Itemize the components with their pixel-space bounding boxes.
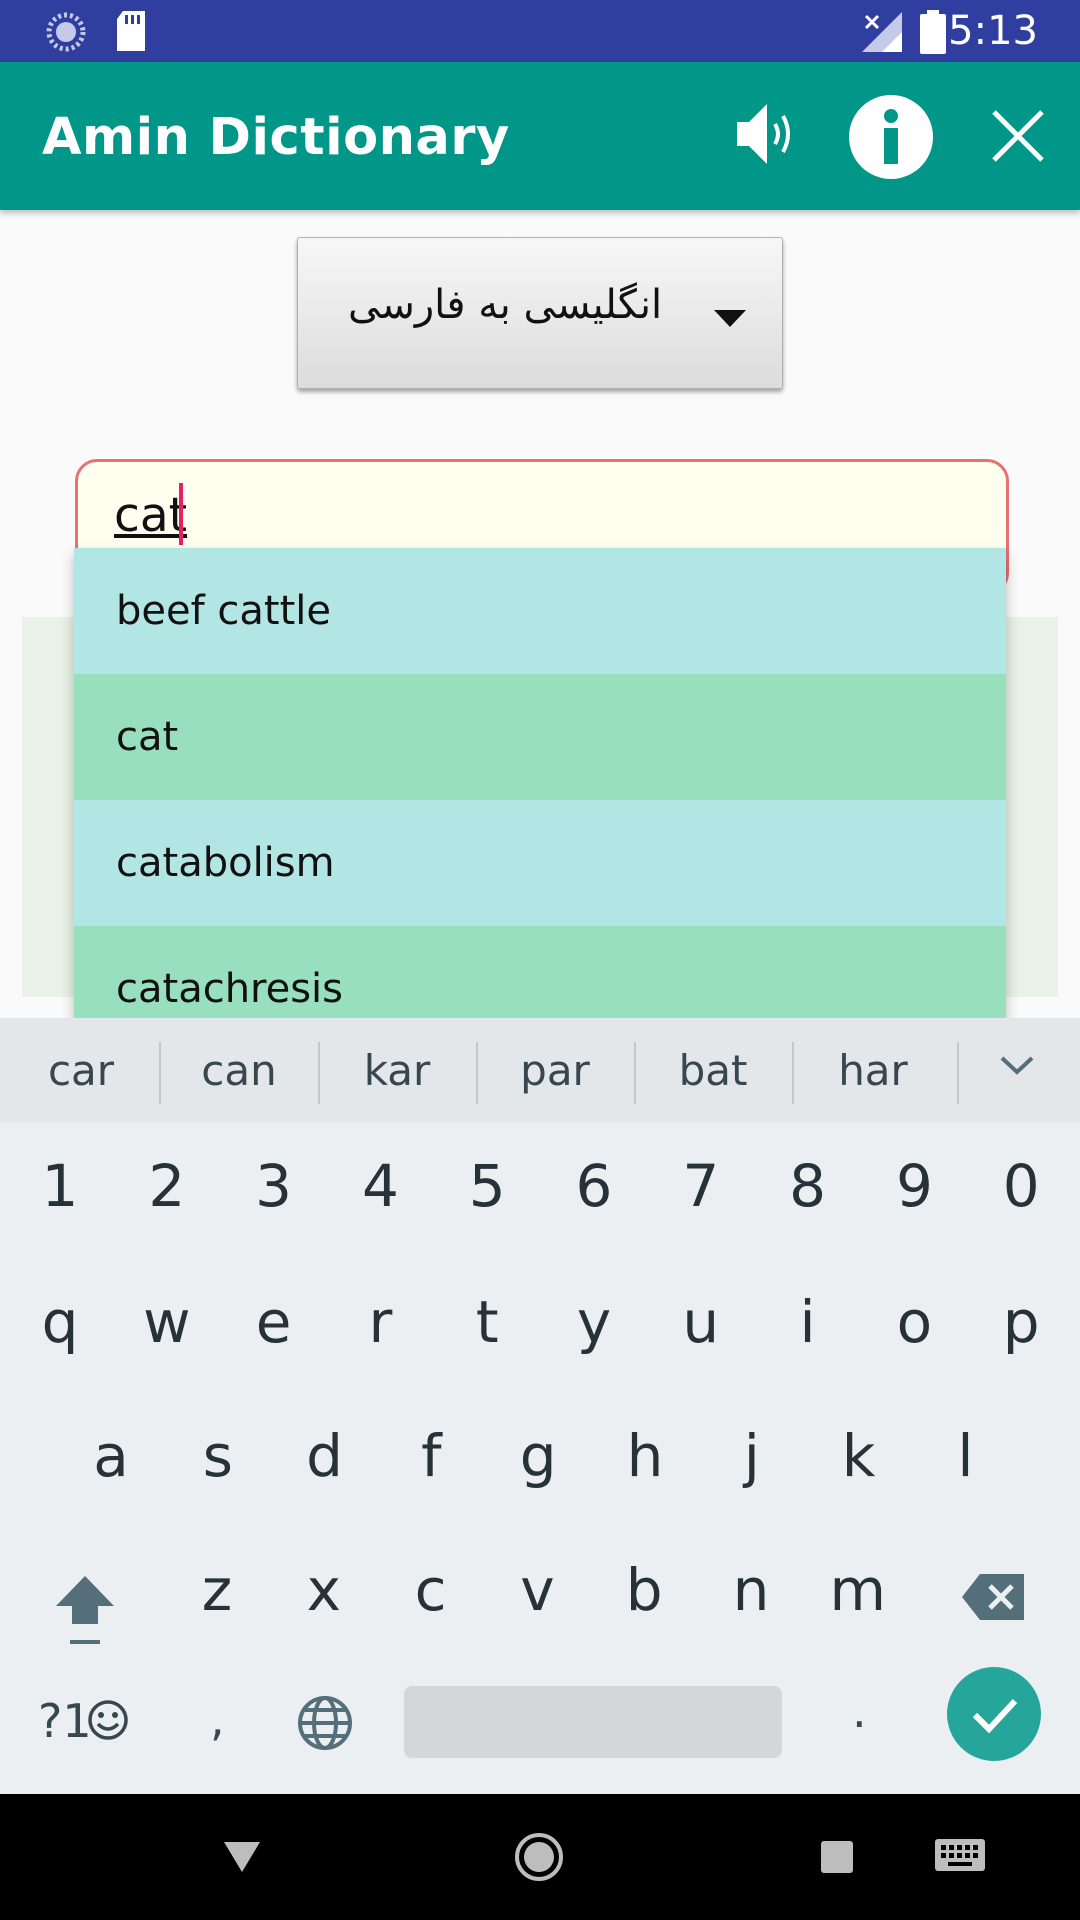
- keyboard-suggestion[interactable]: bat: [634, 1046, 792, 1095]
- key[interactable]: g: [485, 1396, 591, 1516]
- recents-icon[interactable]: [820, 1840, 854, 1874]
- suggestion-list: beef cattle cat catabolism catachresis: [74, 548, 1006, 1018]
- soft-keyboard: car can kar par bat har ?1 , . 1 2 3 4 5…: [0, 1018, 1080, 1794]
- key[interactable]: h: [592, 1396, 698, 1516]
- key[interactable]: i: [755, 1262, 861, 1382]
- key[interactable]: v: [484, 1530, 590, 1650]
- key[interactable]: 9: [861, 1126, 967, 1246]
- keyboard-switch-icon[interactable]: [934, 1838, 986, 1876]
- checkmark-icon: [972, 1698, 1018, 1734]
- key[interactable]: t: [434, 1262, 540, 1382]
- space-key[interactable]: [404, 1686, 782, 1758]
- key[interactable]: p: [968, 1262, 1074, 1382]
- app-bar: Amin Dictionary: [0, 62, 1080, 210]
- key[interactable]: n: [698, 1530, 804, 1650]
- key[interactable]: w: [114, 1262, 220, 1382]
- key[interactable]: 7: [648, 1126, 754, 1246]
- period-key[interactable]: .: [852, 1684, 867, 1738]
- close-icon[interactable]: [990, 108, 1046, 164]
- keyboard-suggestion[interactable]: har: [794, 1046, 952, 1095]
- suggestion-label: beef cattle: [116, 588, 331, 634]
- keyboard-suggestion[interactable]: par: [476, 1046, 634, 1095]
- key[interactable]: r: [327, 1262, 433, 1382]
- signal-icon: [862, 12, 902, 52]
- key[interactable]: j: [699, 1396, 805, 1516]
- key[interactable]: 4: [327, 1126, 433, 1246]
- sync-icon: [46, 12, 86, 52]
- speaker-icon[interactable]: [733, 96, 797, 172]
- clock: 5:13: [948, 8, 1038, 54]
- keyboard-suggestion[interactable]: kar: [318, 1046, 476, 1095]
- keyboard-suggestion[interactable]: car: [2, 1046, 160, 1095]
- suggestion-label: catabolism: [116, 840, 335, 886]
- sd-card-icon: [117, 11, 145, 51]
- navigation-bar: [0, 1794, 1080, 1920]
- status-bar: 5:13: [0, 0, 1080, 62]
- key[interactable]: s: [165, 1396, 271, 1516]
- key[interactable]: d: [272, 1396, 378, 1516]
- key[interactable]: o: [861, 1262, 967, 1382]
- home-icon[interactable]: [514, 1832, 564, 1882]
- key[interactable]: y: [541, 1262, 647, 1382]
- suggestion-label: catachresis: [116, 966, 344, 1012]
- key[interactable]: 2: [114, 1126, 220, 1246]
- key[interactable]: k: [806, 1396, 912, 1516]
- language-spinner[interactable]: انگلیسی به فارسی: [297, 237, 783, 389]
- globe-icon[interactable]: [297, 1695, 353, 1751]
- text-cursor: [179, 483, 183, 545]
- suggestion-item[interactable]: catabolism: [74, 800, 1006, 926]
- divider: [957, 1042, 959, 1104]
- keyboard-suggestion[interactable]: can: [160, 1046, 318, 1095]
- dropdown-arrow-icon: [714, 310, 746, 327]
- key[interactable]: f: [378, 1396, 484, 1516]
- key[interactable]: z: [164, 1530, 270, 1650]
- key[interactable]: 3: [221, 1126, 327, 1246]
- search-input-value: cat: [114, 488, 188, 543]
- key[interactable]: 8: [755, 1126, 861, 1246]
- emoji-icon[interactable]: [86, 1698, 130, 1742]
- suggestion-label: cat: [116, 714, 179, 760]
- key[interactable]: m: [805, 1530, 911, 1650]
- keyboard-suggestion-strip: car can kar par bat har: [0, 1018, 1080, 1122]
- key[interactable]: e: [221, 1262, 327, 1382]
- key[interactable]: 1: [7, 1126, 113, 1246]
- back-icon[interactable]: [222, 1840, 262, 1874]
- symbols-key[interactable]: ?1: [38, 1694, 92, 1748]
- key[interactable]: q: [7, 1262, 113, 1382]
- expand-suggestions-icon[interactable]: [998, 1054, 1036, 1078]
- done-button[interactable]: [947, 1667, 1041, 1761]
- app-title: Amin Dictionary: [42, 108, 510, 167]
- key[interactable]: 6: [541, 1126, 647, 1246]
- key[interactable]: 0: [968, 1126, 1074, 1246]
- suggestion-item[interactable]: catachresis: [74, 926, 1006, 1018]
- key[interactable]: x: [271, 1530, 377, 1650]
- shift-icon[interactable]: [50, 1568, 120, 1652]
- suggestion-item[interactable]: beef cattle: [74, 548, 1006, 674]
- key[interactable]: c: [378, 1530, 484, 1650]
- language-spinner-label: انگلیسی به فارسی: [348, 282, 663, 328]
- comma-key[interactable]: ,: [210, 1692, 225, 1746]
- suggestion-item[interactable]: cat: [74, 674, 1006, 800]
- key[interactable]: u: [648, 1262, 754, 1382]
- backspace-icon[interactable]: [960, 1572, 1026, 1627]
- info-icon[interactable]: [848, 94, 934, 180]
- key[interactable]: a: [58, 1396, 164, 1516]
- battery-icon: [920, 10, 946, 54]
- key[interactable]: 5: [434, 1126, 540, 1246]
- key[interactable]: l: [912, 1396, 1018, 1516]
- key[interactable]: b: [591, 1530, 697, 1650]
